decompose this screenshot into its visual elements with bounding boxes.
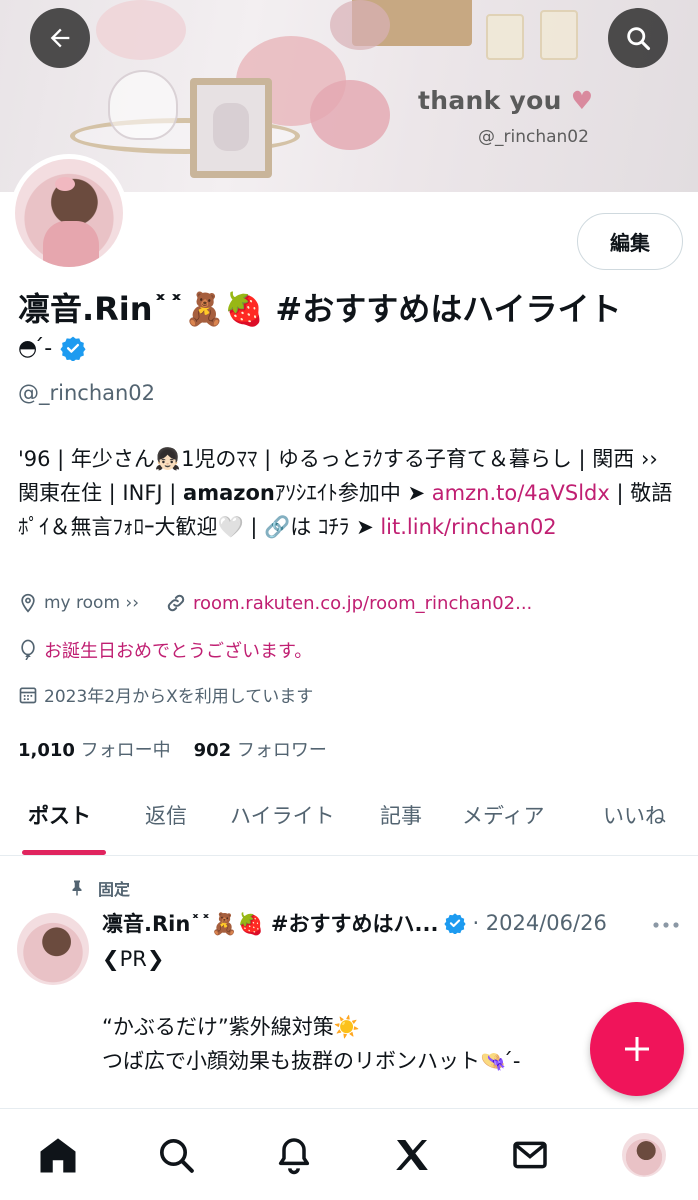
post-date[interactable]: · 2024/06/26	[472, 911, 606, 935]
profile-meta-joined: 2023年2月からXを利用しています	[18, 682, 313, 707]
tab-media[interactable]: メディア	[462, 800, 545, 830]
profile-bio: '96 | 年少さん👧🏻1児のﾏﾏ | ゆるっとﾗｸする子育て＆暮らし | 関西…	[18, 442, 682, 544]
banner-decor-candle	[486, 14, 524, 60]
follow-stats: 1,010 フォロー中 902 フォロワー	[18, 736, 327, 762]
x-logo-icon	[396, 1140, 428, 1170]
profile-name-suffix-row: ◓ ́-	[18, 335, 86, 361]
pinned-label-row: 固定	[68, 876, 130, 900]
edit-profile-button[interactable]: 編集	[577, 213, 683, 270]
home-icon	[40, 1138, 76, 1173]
post-author-avatar[interactable]	[17, 913, 89, 985]
pinned-label: 固定	[98, 880, 131, 899]
nav-search[interactable]	[154, 1133, 198, 1177]
banner-decor-flower	[310, 80, 390, 150]
profile-name-suffix: ◓ ́-	[18, 335, 53, 361]
link-icon	[167, 594, 185, 612]
plus-icon	[625, 1037, 649, 1061]
verified-badge-icon	[444, 913, 467, 934]
profile-avatar[interactable]	[10, 154, 128, 272]
followers-link[interactable]: 902 フォロワー	[194, 740, 327, 761]
active-tab-indicator	[22, 850, 106, 855]
banner-title: thank you ♥	[418, 86, 594, 115]
tab-posts[interactable]: ポスト	[28, 800, 91, 830]
banner-handle: @_rinchan02	[478, 127, 589, 147]
post-author-name[interactable]: 凛音.Rin˟˟🧸🍓 #おすすめはハ...	[102, 908, 438, 938]
banner-decor-flower	[330, 0, 390, 50]
arrow-left-icon	[50, 28, 70, 48]
post-header: 凛音.Rin˟˟🧸🍓 #おすすめはハ... · 2024/06/26	[102, 908, 607, 938]
profile-name: 凛音.Rin˟˟🧸🍓 #おすすめはハイライト	[18, 290, 622, 328]
verified-badge-icon[interactable]	[60, 335, 86, 361]
following-link[interactable]: 1,010 フォロー中	[18, 740, 171, 761]
search-icon	[160, 1139, 194, 1173]
tab-likes[interactable]: いいね	[603, 800, 666, 830]
profile-website-link[interactable]: room.rakuten.co.jp/room_rinchan02...	[193, 593, 532, 614]
more-dots-icon[interactable]	[652, 920, 680, 930]
tab-articles[interactable]: 記事	[380, 800, 422, 830]
banner-decor-candle	[540, 10, 578, 60]
profile-meta-birthday: お誕生日おめでとうございます。	[18, 637, 312, 663]
search-icon	[627, 27, 651, 51]
bell-icon	[278, 1138, 310, 1175]
nav-notifications[interactable]	[272, 1133, 316, 1177]
tab-highlights[interactable]: ハイライト	[230, 800, 335, 830]
bio-link-litlink[interactable]: lit.link/rinchan02	[380, 515, 556, 539]
mail-icon	[513, 1141, 547, 1169]
location-pin-icon	[21, 593, 35, 613]
calendar-icon	[19, 687, 37, 703]
search-button[interactable]	[608, 8, 668, 68]
tab-replies[interactable]: 返信	[145, 800, 187, 830]
compose-post-button[interactable]	[590, 1002, 684, 1096]
pin-icon	[72, 880, 82, 896]
bio-link-amazon[interactable]: amzn.to/4aVSldx	[432, 481, 610, 505]
profile-location: my room ››	[44, 593, 140, 613]
avatar	[622, 1133, 666, 1177]
profile-handle: @_rinchan02	[18, 381, 156, 405]
banner-decor-frame	[190, 78, 272, 178]
back-button[interactable]	[30, 8, 90, 68]
nav-messages[interactable]	[508, 1133, 552, 1177]
profile-joined-date: 2023年2月からXを利用しています	[44, 687, 314, 707]
banner-decor-flower	[96, 0, 186, 60]
balloon-icon	[21, 639, 35, 661]
bottom-navigation	[0, 1108, 698, 1200]
banner-decor-vase	[108, 70, 178, 140]
profile-meta-location-website: my room ›› room.rakuten.co.jp/room_rinch…	[18, 592, 532, 614]
nav-home[interactable]	[36, 1133, 80, 1177]
profile-tabs: ポスト 返信 ハイライト 記事 メディア いいね	[0, 786, 698, 856]
nav-profile[interactable]	[622, 1133, 666, 1177]
profile-birthday: お誕生日おめでとうございます。	[44, 641, 313, 662]
nav-grok-x[interactable]	[390, 1133, 434, 1177]
profile-banner: thank you ♥ @_rinchan02	[0, 0, 698, 192]
